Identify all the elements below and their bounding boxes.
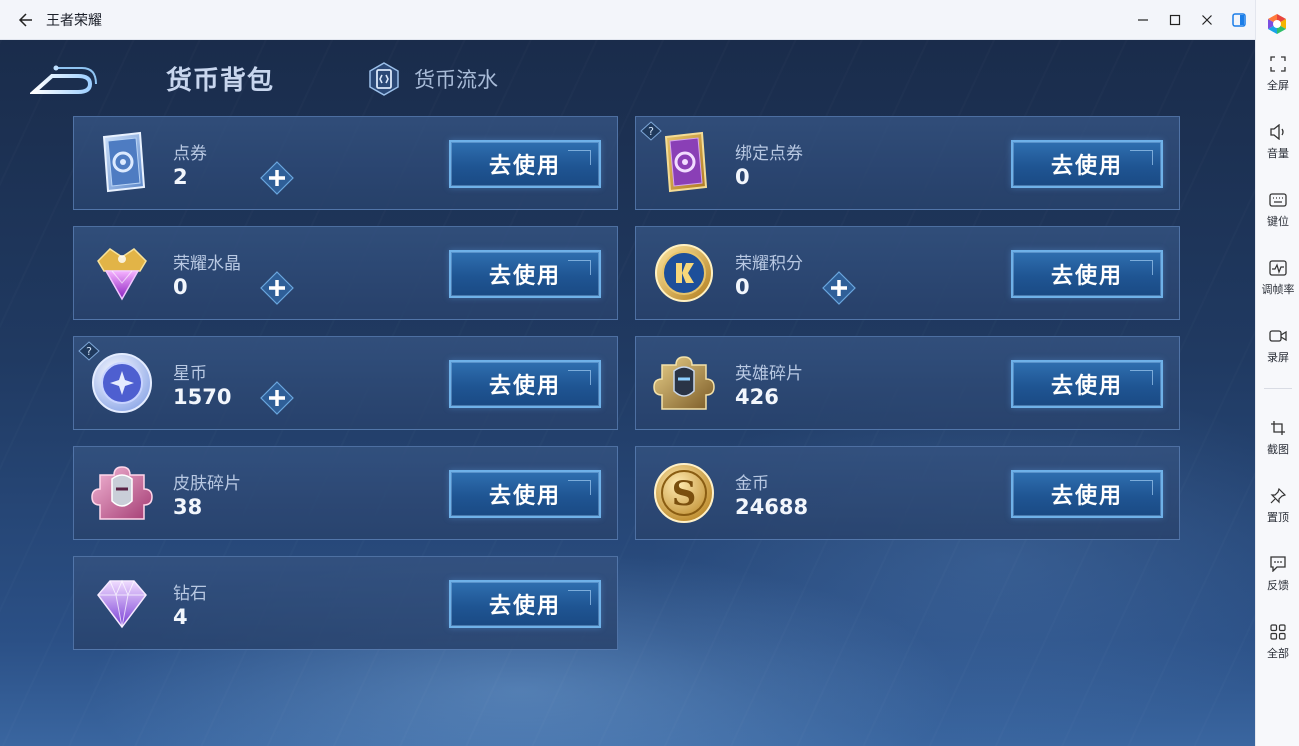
currency-name: 点券 xyxy=(173,144,207,164)
sidebar-item-fullscreen[interactable]: 全屏 xyxy=(1256,48,1299,100)
sidebar-item-label: 置顶 xyxy=(1267,511,1289,524)
sidebar-item-all[interactable]: 全部 xyxy=(1256,616,1299,668)
volume-icon xyxy=(1268,122,1288,142)
use-button[interactable]: 去使用 xyxy=(1011,470,1163,518)
currency-flow-icon xyxy=(368,62,400,96)
sidebar-item-screenshot[interactable]: 截图 xyxy=(1256,412,1299,464)
add-button[interactable] xyxy=(822,271,856,305)
sidebar-item-label: 录屏 xyxy=(1267,351,1289,364)
back-arrow-icon[interactable] xyxy=(14,9,36,31)
use-button[interactable]: 去使用 xyxy=(449,250,601,298)
feedback-icon xyxy=(1268,554,1288,574)
currency-card-coupon: 点券 2 去使用 xyxy=(73,116,618,210)
use-button[interactable]: 去使用 xyxy=(449,470,601,518)
window-title: 王者荣耀 xyxy=(46,12,102,29)
sidebar-item-label: 反馈 xyxy=(1267,579,1289,592)
currency-amount: 0 xyxy=(173,275,188,299)
sidebar-item-label: 截图 xyxy=(1267,443,1289,456)
game-back-button[interactable] xyxy=(28,60,100,98)
sidebar-item-label: 调帧率 xyxy=(1261,283,1295,296)
currency-name: 绑定点券 xyxy=(735,144,803,164)
skin-fragment-icon xyxy=(90,461,154,525)
tab-label: 货币流水 xyxy=(414,68,498,92)
minimize-button[interactable] xyxy=(1127,4,1159,36)
currency-name: 皮肤碎片 xyxy=(173,474,241,494)
add-button[interactable] xyxy=(260,381,294,415)
sidebar-item-label: 全屏 xyxy=(1267,79,1289,92)
currency-name: 金币 xyxy=(735,474,769,494)
maximize-button[interactable] xyxy=(1159,4,1191,36)
pin-icon xyxy=(1268,486,1288,506)
glory-points-icon xyxy=(652,241,716,305)
currency-amount: 0 xyxy=(735,275,750,299)
app-logo-icon xyxy=(1265,12,1289,36)
fullscreen-icon xyxy=(1268,54,1288,74)
window-controls xyxy=(1127,0,1255,40)
currency-card-bound-coupon: ? 绑定点券 0 去使用 xyxy=(635,116,1180,210)
sidebar-item-feedback[interactable]: 反馈 xyxy=(1256,548,1299,600)
currency-card-glory-points: 荣耀积分 0 去使用 xyxy=(635,226,1180,320)
grid-icon xyxy=(1268,622,1288,642)
currency-card-skin-fragment: 皮肤碎片 38 去使用 xyxy=(73,446,618,540)
sidebar-item-frame-rate[interactable]: 调帧率 xyxy=(1256,252,1299,304)
currency-card-star-coin: ? 星币 1570 去使用 xyxy=(73,336,618,430)
use-button[interactable]: 去使用 xyxy=(449,580,601,628)
currency-amount: 426 xyxy=(735,385,779,409)
svg-text:S: S xyxy=(672,474,697,514)
currency-name: 荣耀水晶 xyxy=(173,254,241,274)
currency-name: 英雄碎片 xyxy=(735,364,803,384)
use-button[interactable]: 去使用 xyxy=(1011,250,1163,298)
use-button[interactable]: 去使用 xyxy=(449,360,601,408)
add-button[interactable] xyxy=(260,271,294,305)
currency-name: 荣耀积分 xyxy=(735,254,803,274)
currency-name: 星币 xyxy=(173,364,207,384)
currency-name: 钻石 xyxy=(173,584,207,604)
star-coin-icon xyxy=(90,351,154,415)
coupon-blue-icon xyxy=(90,131,154,195)
close-button[interactable] xyxy=(1191,4,1223,36)
use-button[interactable]: 去使用 xyxy=(1011,360,1163,408)
currency-amount: 2 xyxy=(173,165,188,189)
right-sidebar: 全屏 音量 键位 调帧率 录屏 截图 置顶 反馈 全部 xyxy=(1255,0,1299,746)
currency-card-gold-coin: S 金币 24688 去使用 xyxy=(635,446,1180,540)
frame-rate-icon xyxy=(1268,258,1288,278)
sidebar-item-keymap[interactable]: 键位 xyxy=(1256,184,1299,236)
crop-icon xyxy=(1268,418,1288,438)
gold-coin-icon: S xyxy=(652,461,716,525)
currency-amount: 4 xyxy=(173,605,188,629)
add-button[interactable] xyxy=(260,161,294,195)
diamond-icon xyxy=(90,571,154,635)
currency-amount: 1570 xyxy=(173,385,232,409)
sidebar-item-label: 音量 xyxy=(1267,147,1289,160)
currency-amount: 24688 xyxy=(735,495,809,519)
currency-card-glory-crystal: 荣耀水晶 0 去使用 xyxy=(73,226,618,320)
tab-currency-flow[interactable]: 货币流水 xyxy=(368,62,498,96)
window-titlebar: 王者荣耀 xyxy=(0,0,1255,40)
tab-currency-bag[interactable]: 货币背包 xyxy=(166,60,274,97)
currency-amount: 38 xyxy=(173,495,203,519)
side-panel-toggle-icon[interactable] xyxy=(1223,4,1255,36)
sidebar-divider xyxy=(1264,388,1292,389)
sidebar-item-label: 键位 xyxy=(1267,215,1289,228)
glory-crystal-icon xyxy=(90,241,154,305)
hero-fragment-icon xyxy=(652,351,716,415)
currency-amount: 0 xyxy=(735,165,750,189)
record-icon xyxy=(1268,326,1288,346)
sidebar-item-volume[interactable]: 音量 xyxy=(1256,116,1299,168)
use-button[interactable]: 去使用 xyxy=(1011,140,1163,188)
currency-card-diamond: 钻石 4 去使用 xyxy=(73,556,618,650)
use-button[interactable]: 去使用 xyxy=(449,140,601,188)
sidebar-item-pin[interactable]: 置顶 xyxy=(1256,480,1299,532)
sidebar-item-record[interactable]: 录屏 xyxy=(1256,320,1299,372)
game-screen: 货币背包 货币流水 点券 2 去使用 ? 绑定点券 0 去使用 荣耀水晶 0 去… xyxy=(0,40,1255,746)
keyboard-icon xyxy=(1268,190,1288,210)
currency-card-hero-fragment: 英雄碎片 426 去使用 xyxy=(635,336,1180,430)
coupon-purple-icon xyxy=(652,131,716,195)
sidebar-item-label: 全部 xyxy=(1267,647,1289,660)
